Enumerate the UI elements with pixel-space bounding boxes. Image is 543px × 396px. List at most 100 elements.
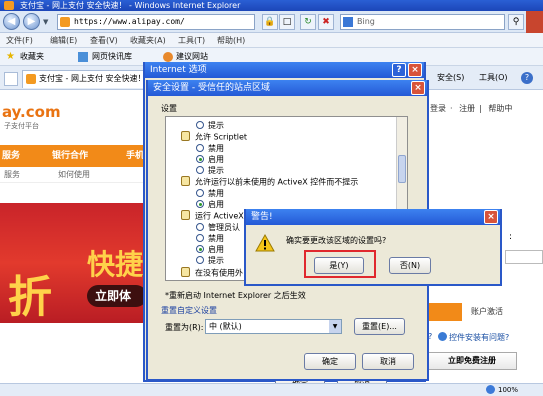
subnav-howto[interactable]: 如何使用 [58, 167, 90, 183]
help-link[interactable]: 帮助中 [488, 104, 512, 113]
scrollbar-thumb[interactable] [398, 155, 406, 183]
close-icon[interactable]: × [484, 210, 498, 224]
chevron-down-icon[interactable]: ▼ [329, 320, 341, 333]
security-settings-titlebar: 安全设置 - 受信任的站点区域 × [148, 80, 427, 96]
zoom-icon [486, 385, 495, 394]
reset-group-label: 重置自定义设置 [161, 306, 217, 315]
history-dropdown-icon[interactable]: ▼ [43, 18, 51, 26]
setting-header: 运行 ActiveX [181, 210, 244, 222]
banner-cta[interactable]: 立即体 [87, 285, 145, 307]
star-icon: ★ [6, 51, 15, 62]
setting-option[interactable]: 提示 [196, 165, 224, 176]
banner-headline: 快捷 [87, 248, 144, 281]
setting-option[interactable]: 禁用 [196, 143, 224, 154]
webslice-gallery-link[interactable]: 网页快讯库 [92, 48, 132, 66]
promo-banner[interactable]: 折 快捷 立即体 [0, 203, 145, 323]
security-menu[interactable]: 安全(S) [437, 66, 464, 90]
certificate-icon[interactable]: □ [279, 14, 295, 30]
close-icon[interactable]: × [411, 81, 425, 95]
tab-alipay[interactable]: 支付宝 - 网上支付 安全快速！ [22, 70, 147, 88]
tab-favicon-icon [26, 74, 36, 84]
address-input[interactable]: https://www.alipay.com/ [57, 14, 255, 30]
quick-tabs-icon[interactable] [4, 72, 18, 86]
nav-mobile[interactable]: 手机 [126, 145, 144, 167]
banner-zhe-text: 折 [8, 272, 52, 323]
setting-option[interactable]: 管理员认 [196, 222, 240, 233]
status-bar: 100% [0, 383, 543, 396]
nav-bank[interactable]: 银行合作 [52, 145, 88, 167]
setting-gear-icon [181, 176, 190, 186]
search-input[interactable]: Bing [340, 14, 505, 30]
internet-options-titlebar: Internet 选项 ? × [145, 62, 424, 78]
setting-option[interactable]: 提示 [196, 255, 224, 266]
lock-icon[interactable]: 🔒 [262, 14, 278, 30]
site-favicon-icon [60, 17, 70, 27]
menu-tools[interactable]: 工具(T) [178, 33, 205, 48]
warning-message: 确实要更改该区域的设置吗? [286, 236, 387, 245]
security-ok-button[interactable]: 确定 [304, 353, 356, 370]
close-icon[interactable]: × [408, 63, 422, 77]
setting-gear-icon [181, 267, 190, 277]
suggested-sites-icon [163, 52, 173, 62]
setting-option[interactable]: 启用 [196, 154, 224, 165]
security-settings-title: 安全设置 - 受信任的站点区域 [153, 83, 270, 93]
setting-header: 允许 Scriptlet [181, 131, 247, 143]
login-field[interactable] [505, 250, 543, 264]
subnav-service[interactable]: 服务 [4, 167, 20, 183]
help-icon[interactable]: ? [392, 63, 406, 77]
warning-triangle-icon [255, 234, 275, 252]
info-icon [438, 332, 447, 341]
tools-menu[interactable]: 工具(O) [479, 66, 508, 90]
setting-option[interactable]: 启用 [196, 244, 224, 255]
menu-file[interactable]: 文件(F) [6, 33, 33, 48]
no-button[interactable]: 否(N) [389, 257, 431, 274]
login-button[interactable] [427, 303, 462, 321]
menu-help[interactable]: 帮助(H) [217, 33, 245, 48]
search-icon[interactable]: ⚲ [508, 14, 524, 30]
reset-to-label: 重置为(R): [165, 323, 204, 332]
nav-service[interactable]: 服务 [2, 145, 20, 167]
zoom-level[interactable]: 100% [498, 384, 518, 396]
register-link[interactable]: 注册 [459, 104, 475, 113]
control-issue-link[interactable]: 控件安装有问题? [449, 332, 509, 343]
restart-note: *重新启动 Internet Explorer 之后生效 [165, 291, 306, 300]
yes-button[interactable]: 是(Y) [314, 257, 364, 274]
setting-option[interactable]: 禁用 [196, 233, 224, 244]
setting-header: 允许运行以前未使用的 ActiveX 控件而不提示 [181, 176, 358, 188]
setting-option[interactable]: 启用 [196, 199, 224, 210]
menu-bar: 文件(F) 编辑(E) 查看(V) 收藏夹(A) 工具(T) 帮助(H) [0, 33, 543, 48]
setting-gear-icon [181, 210, 190, 220]
account-activate-link[interactable]: 账户激活 [471, 306, 503, 317]
login-colon: : [509, 232, 513, 242]
bing-logo-icon [343, 17, 353, 27]
refresh-icon[interactable]: ↻ [300, 14, 316, 30]
internet-options-title: Internet 选项 [150, 65, 207, 75]
ie-title-bar: 支付宝 - 网上支付 安全快速！ - Windows Internet Expl… [0, 0, 543, 11]
menu-view[interactable]: 查看(V) [90, 33, 118, 48]
top-links: 登录 · 注册 | 帮助中 [430, 104, 513, 113]
stop-icon[interactable]: ✖ [318, 14, 334, 30]
warning-titlebar: 警告! × [246, 209, 500, 225]
login-link[interactable]: 登录 [430, 104, 446, 113]
warning-title: 警告! [251, 212, 273, 222]
warning-dialog: 警告! × 确实要更改该区域的设置吗? 是(Y) 否(N) [244, 209, 502, 286]
alipay-logo[interactable]: ay.com [2, 103, 61, 121]
sub-nav: 服务 如何使用 [0, 167, 145, 183]
window-close-icon[interactable] [526, 11, 543, 33]
setting-option[interactable]: 禁用 [196, 188, 224, 199]
forward-arrow-icon[interactable]: ▶ [23, 13, 40, 30]
back-arrow-icon[interactable]: ◀ [3, 13, 20, 30]
alipay-favicon-icon [4, 1, 14, 10]
logo-subtitle: 子支付平台 [4, 122, 39, 130]
setting-option[interactable]: 提示 [196, 120, 224, 131]
free-register-button[interactable]: 立即免费注册 [427, 352, 517, 370]
menu-favorites[interactable]: 收藏夹(A) [130, 33, 166, 48]
main-nav: 服务 银行合作 手机 [0, 145, 145, 167]
help-icon[interactable]: ? [521, 72, 533, 84]
setting-gear-icon [181, 131, 190, 141]
reset-button[interactable]: 重置(E)... [354, 318, 405, 335]
reset-level-select[interactable]: 中 (默认) ▼ [205, 319, 342, 334]
security-cancel-button[interactable]: 取消 [362, 353, 414, 370]
menu-edit[interactable]: 编辑(E) [50, 33, 77, 48]
favorites-button[interactable]: 收藏夹 [20, 48, 44, 66]
